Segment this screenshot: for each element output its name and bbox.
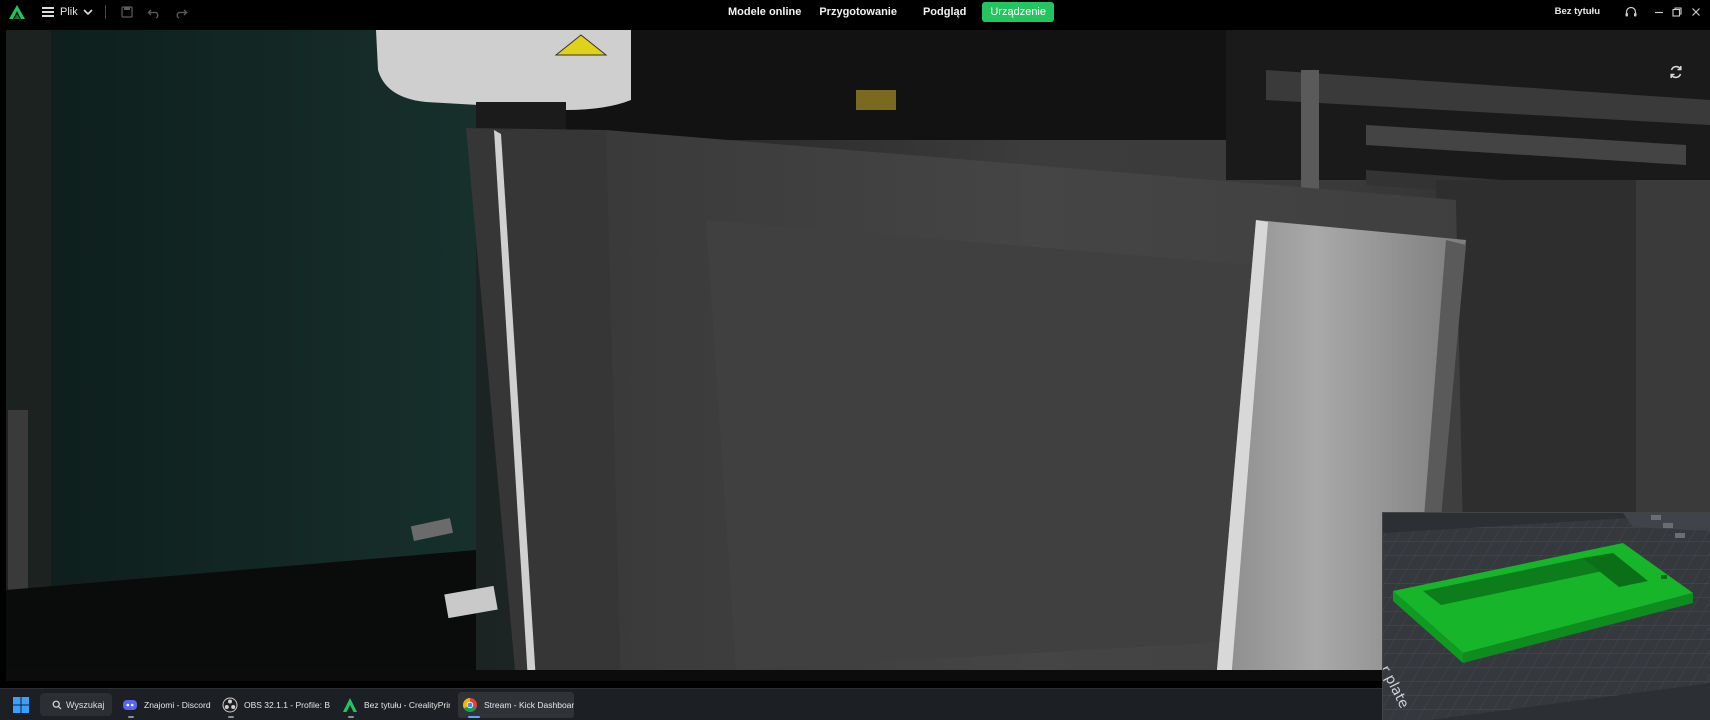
undo-icon[interactable] bbox=[147, 5, 161, 19]
title-bar: Plik Modele online Przygotowanie Podgląd… bbox=[0, 0, 1710, 24]
obs-icon bbox=[222, 697, 238, 713]
toolbar-divider bbox=[105, 5, 106, 19]
document-title: Bez tytułu bbox=[1554, 6, 1600, 17]
taskbar-item-label: Stream - Kick Dashboar bbox=[484, 700, 574, 710]
windows-start-icon[interactable] bbox=[12, 696, 30, 714]
windows-taskbar: Wyszukaj Znajomi - Discord OBS 32.1.1 - … bbox=[0, 688, 1382, 720]
running-indicator bbox=[228, 716, 234, 718]
close-icon[interactable] bbox=[1689, 5, 1703, 19]
taskbar-item-chrome[interactable]: Stream - Kick Dashboar bbox=[458, 692, 574, 718]
creality-logo-icon bbox=[9, 5, 25, 19]
taskbar-item-label: Bez tytułu - CrealityPrin bbox=[364, 700, 450, 710]
file-menu-button[interactable]: Plik bbox=[42, 2, 78, 22]
taskbar-item-crealityprint[interactable]: Bez tytułu - CrealityPrin bbox=[338, 692, 450, 718]
file-menu-label: Plik bbox=[60, 6, 78, 18]
tab-przygotowanie[interactable]: Przygotowanie bbox=[811, 2, 905, 22]
chevron-down-icon[interactable] bbox=[81, 5, 95, 19]
model-preview-thumbnail[interactable]: r plate bbox=[1382, 512, 1710, 720]
redo-icon[interactable] bbox=[174, 5, 188, 19]
tab-podglad[interactable]: Podgląd bbox=[915, 2, 974, 22]
hamburger-icon bbox=[42, 6, 56, 18]
taskbar-search[interactable]: Wyszukaj bbox=[40, 693, 112, 716]
taskbar-item-label: OBS 32.1.1 - Profile: Bez bbox=[244, 700, 330, 710]
save-icon[interactable] bbox=[120, 5, 134, 19]
refresh-icon[interactable] bbox=[1668, 64, 1684, 80]
search-label: Wyszukaj bbox=[66, 699, 105, 710]
tab-modele-online[interactable]: Modele online bbox=[720, 2, 809, 22]
restore-icon[interactable] bbox=[1670, 5, 1684, 19]
running-indicator bbox=[348, 716, 354, 718]
taskbar-item-discord[interactable]: Znajomi - Discord bbox=[118, 692, 214, 718]
main-navigation: Modele online Przygotowanie Podgląd Urzą… bbox=[720, 1, 1056, 23]
support-headset-icon[interactable] bbox=[1624, 5, 1638, 19]
build-plate-graphic bbox=[1383, 513, 1710, 720]
running-indicator bbox=[468, 716, 480, 718]
taskbar-item-obs[interactable]: OBS 32.1.1 - Profile: Bez bbox=[218, 692, 330, 718]
running-indicator bbox=[128, 716, 134, 718]
chrome-icon bbox=[463, 698, 477, 712]
taskbar-item-label: Znajomi - Discord bbox=[144, 700, 211, 710]
tab-urzadzenie[interactable]: Urządzenie bbox=[982, 2, 1054, 22]
search-icon bbox=[52, 700, 62, 709]
discord-icon bbox=[123, 700, 137, 710]
minimize-icon[interactable] bbox=[1652, 5, 1666, 19]
creality-icon bbox=[343, 698, 357, 712]
